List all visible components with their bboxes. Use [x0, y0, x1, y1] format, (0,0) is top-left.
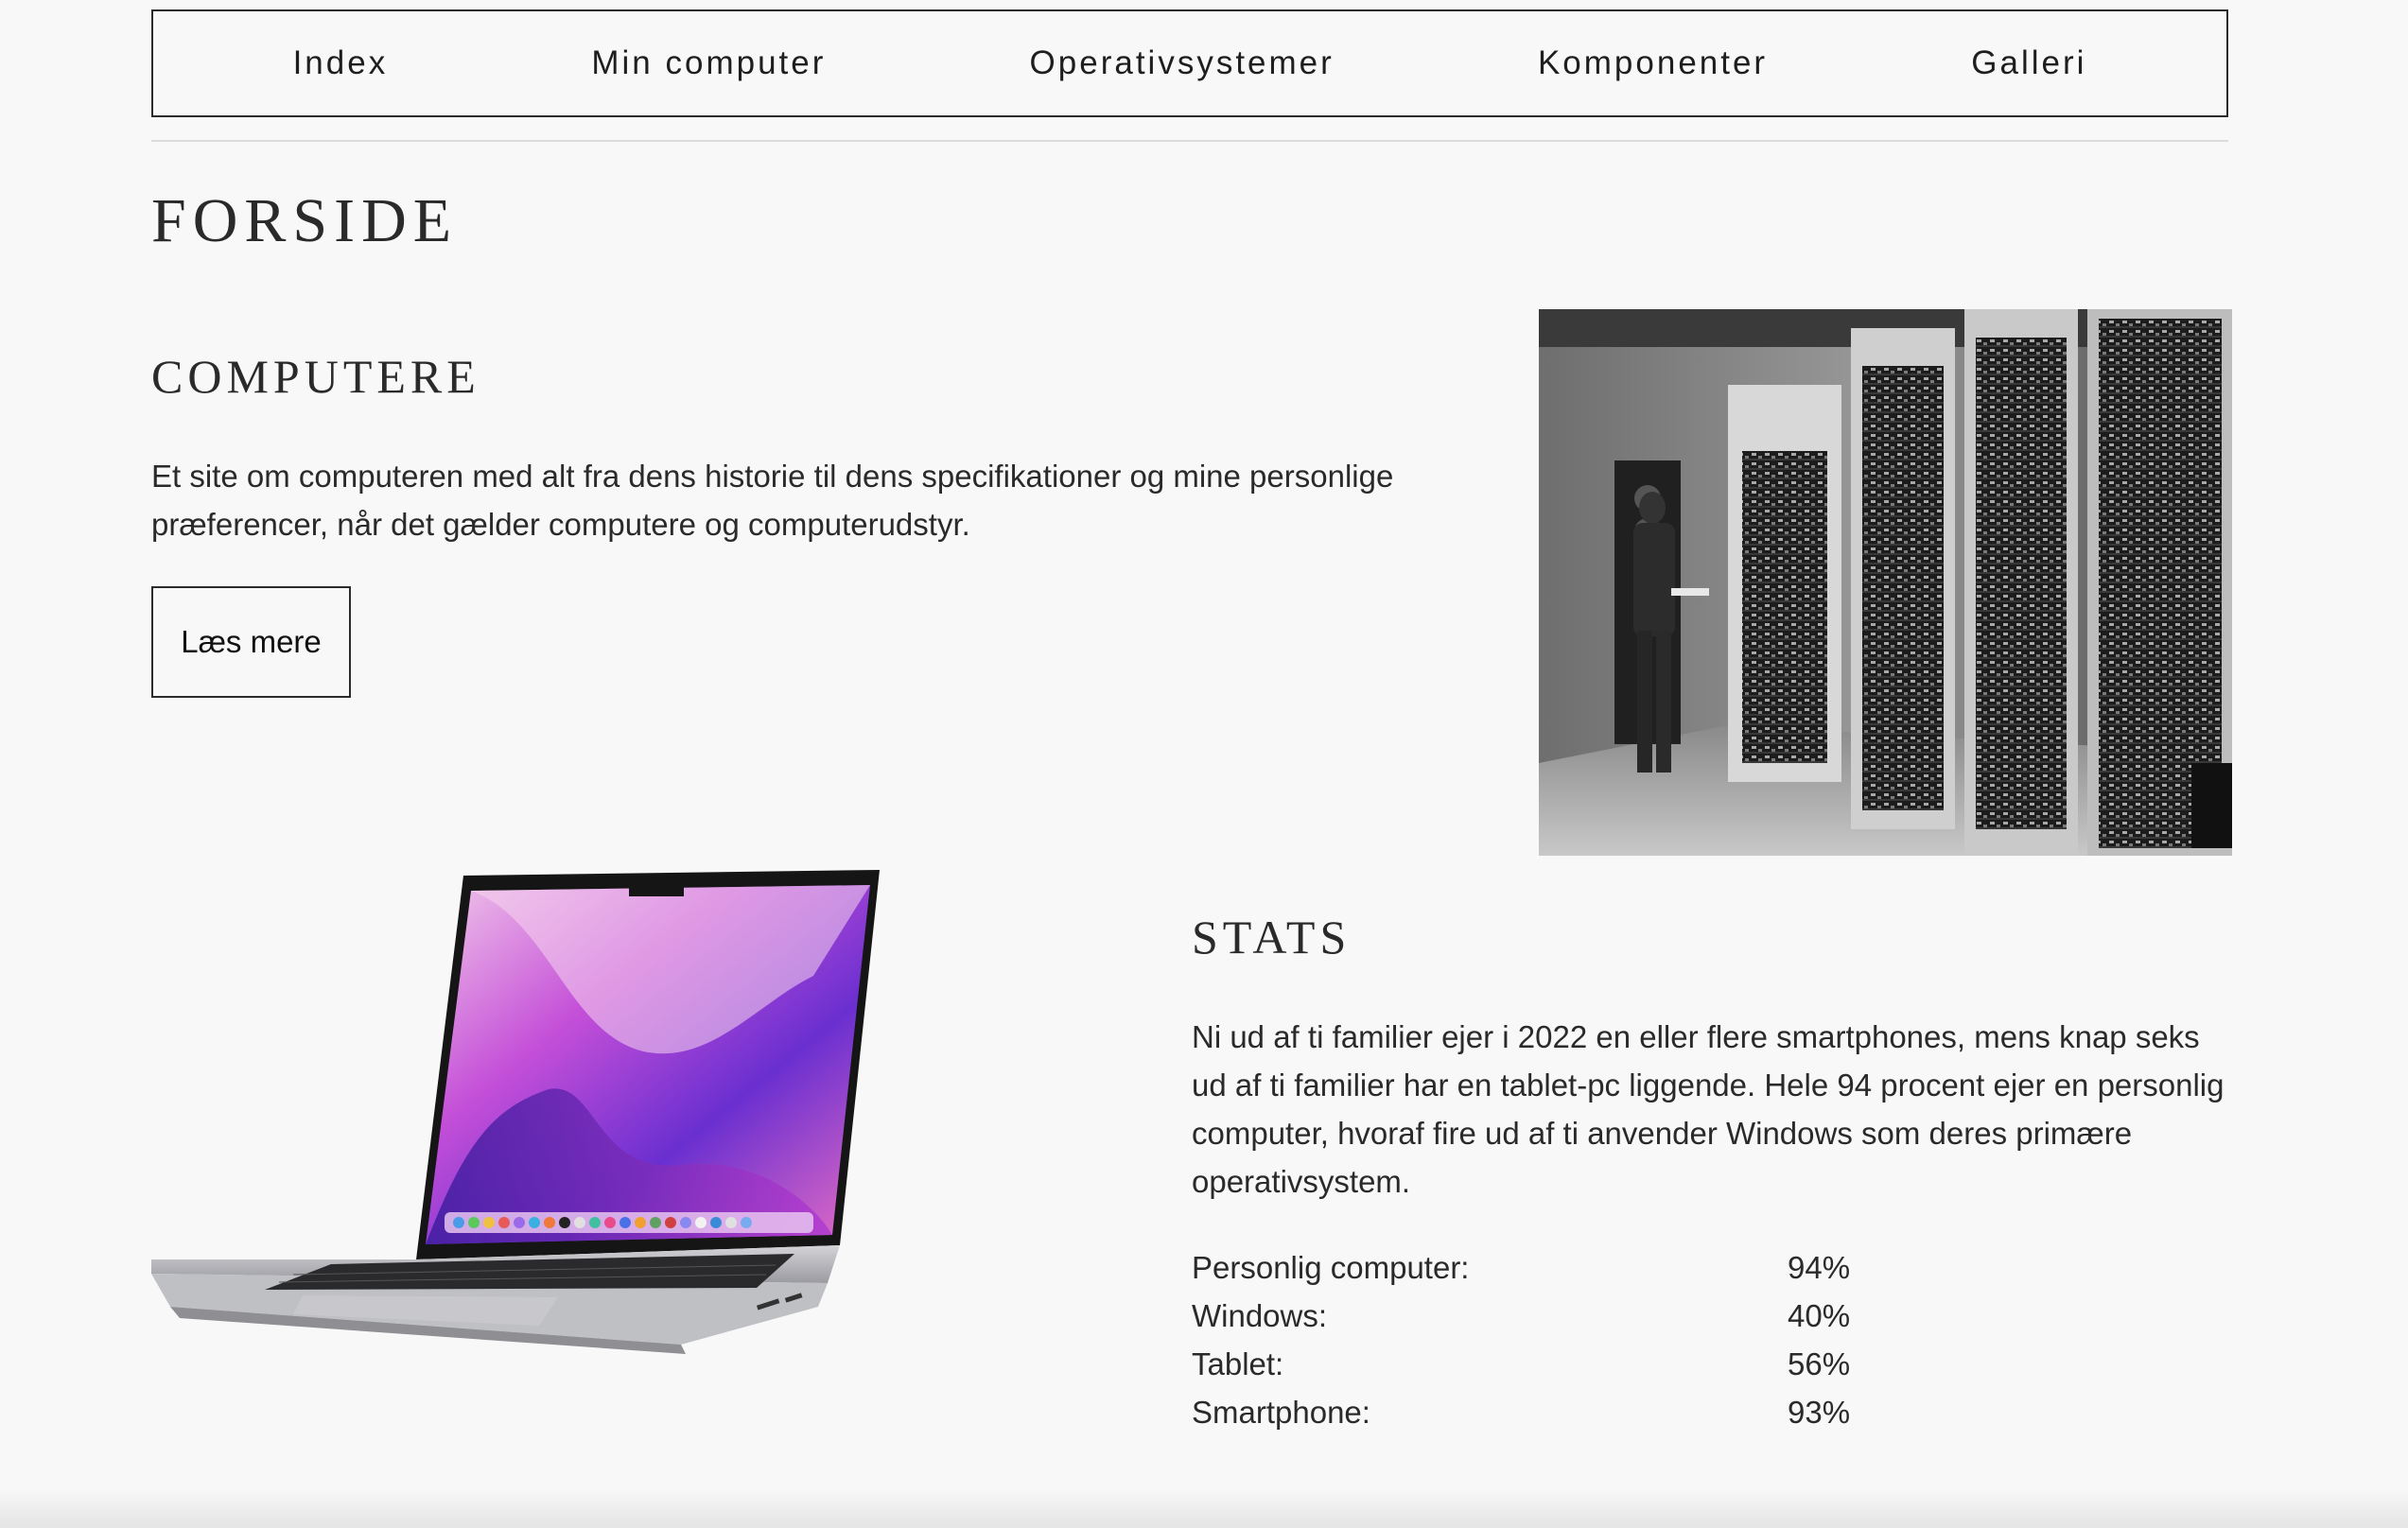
page: Index Min computer Operativsystemer Komp…: [0, 0, 2408, 1528]
stat-label: Tablet:: [1192, 1346, 1284, 1381]
laptop-illustration: [151, 870, 880, 1354]
stat-value: 56%: [1788, 1346, 1851, 1381]
mainframe-illustration: [1539, 309, 2232, 856]
stat-row-smartphone: Smartphone: 93%: [1192, 1388, 1911, 1436]
nav-item-operativsystemer[interactable]: Operativsystemer: [1030, 44, 1335, 82]
stat-label: Windows:: [1192, 1297, 1328, 1333]
page-title: FORSIDE: [151, 186, 459, 255]
nav-item-index[interactable]: Index: [293, 44, 389, 82]
stats-description: Ni ud af ti familier ejer i 2022 en elle…: [1192, 1019, 2225, 1199]
stats-table: Personlig computer: 94% Windows: 40% Tab…: [1192, 1243, 1911, 1436]
mainframe-photo: [1539, 309, 2232, 856]
stat-value: 94%: [1788, 1249, 1851, 1285]
stat-row-tablet: Tablet: 56%: [1192, 1340, 1911, 1388]
computere-description: Et site om computeren med alt fra dens h…: [151, 459, 1394, 542]
stat-row-windows: Windows: 40%: [1192, 1292, 1911, 1340]
computere-heading: COMPUTERE: [151, 350, 480, 403]
nav-item-min-computer[interactable]: Min computer: [591, 44, 826, 82]
stat-row-personlig-computer: Personlig computer: 94%: [1192, 1243, 1911, 1292]
stats-heading: STATS: [1192, 911, 1352, 964]
nav-item-galleri[interactable]: Galleri: [1971, 44, 2086, 82]
stat-value: 93%: [1788, 1394, 1851, 1430]
stat-value: 40%: [1788, 1297, 1851, 1333]
nav-item-komponenter[interactable]: Komponenter: [1538, 44, 1768, 82]
stat-label: Smartphone:: [1192, 1394, 1370, 1430]
read-more-button[interactable]: Læs mere: [151, 586, 351, 698]
stat-label: Personlig computer:: [1192, 1249, 1470, 1285]
main-nav: Index Min computer Operativsystemer Komp…: [151, 9, 2228, 117]
bottom-edge-shadow: [0, 1489, 2408, 1528]
laptop-photo: [151, 862, 889, 1359]
nav-divider: [151, 140, 2228, 142]
